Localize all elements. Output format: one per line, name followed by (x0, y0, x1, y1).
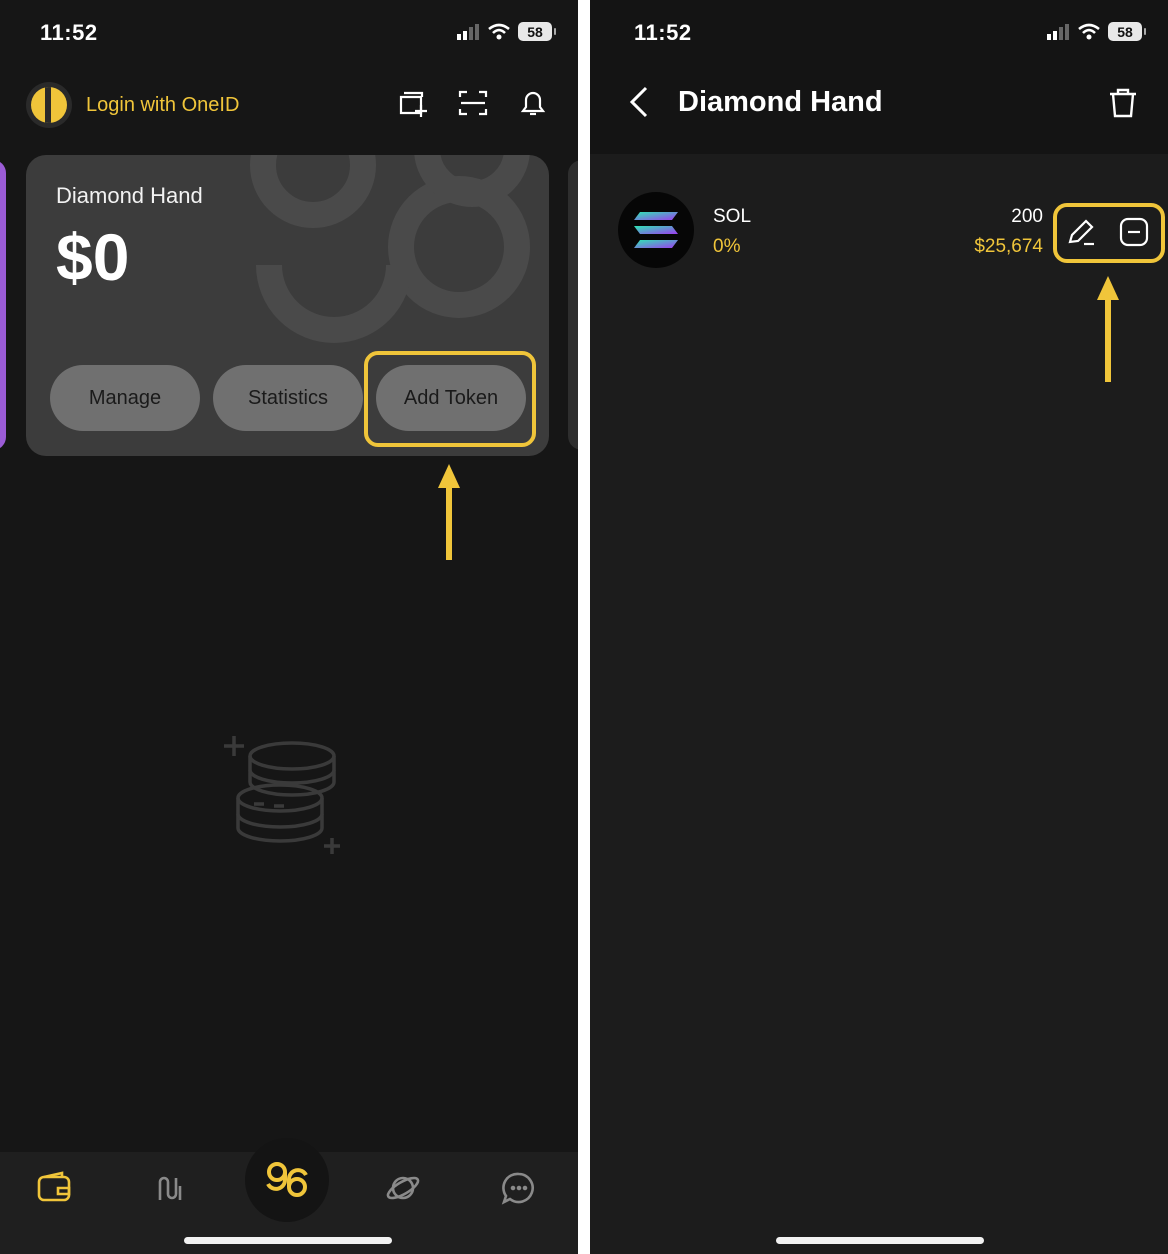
token-change: 0% (713, 236, 741, 257)
login-label: Login with OneID (86, 93, 240, 116)
tab-home[interactable] (245, 1138, 329, 1222)
navigation-bar: 11:52 58 Diamond Hand (590, 0, 1168, 154)
wallet-balance: $0 (56, 220, 130, 294)
wallet-name: Diamond Hand (56, 183, 203, 208)
tab-explore[interactable] (385, 1170, 421, 1206)
status-icons: 58 (1046, 22, 1146, 41)
page-title: Diamond Hand (678, 86, 883, 118)
wallet-detail-screen: 11:52 58 Diamond Hand SOL 0% 200 $25,674 (590, 0, 1168, 1254)
wallet-screen: 11:52 58 Login with OneID Diamond Hand $… (0, 0, 578, 1254)
home-indicator (776, 1237, 984, 1244)
token-amount: 200 (1011, 206, 1043, 227)
wifi-icon (488, 23, 510, 39)
token-actions-highlight (1053, 203, 1165, 263)
next-wallet-card[interactable] (568, 160, 578, 450)
statistics-button[interactable]: Statistics (213, 365, 363, 431)
tab-swap[interactable] (152, 1170, 188, 1206)
status-icons: 58 (456, 22, 556, 41)
status-time: 11:52 (634, 20, 692, 45)
arrow-up-icon (438, 464, 460, 560)
previous-wallet-card[interactable] (0, 160, 6, 450)
back-chevron-icon[interactable] (622, 84, 658, 120)
home-indicator (184, 1237, 392, 1244)
swap-route-icon (158, 1176, 182, 1200)
arrow-up-icon (1097, 276, 1119, 382)
tab-chat[interactable] (501, 1170, 537, 1206)
wallet-icon (37, 1171, 71, 1202)
trash-icon[interactable] (1106, 86, 1140, 120)
notification-bell-icon[interactable] (516, 86, 550, 120)
empty-tokens-coins-icon (224, 736, 340, 854)
oneid-logo-icon (26, 82, 72, 128)
token-symbol: SOL (713, 206, 752, 227)
sol-token-logo-icon (618, 192, 694, 268)
cellular-signal-icon (457, 23, 479, 40)
login-oneid-button[interactable]: Login with OneID (26, 82, 239, 128)
chat-bubble-icon (501, 1172, 534, 1205)
add-wallet-icon[interactable] (396, 86, 430, 120)
status-time: 11:52 (40, 20, 98, 45)
add-token-highlight (364, 351, 536, 447)
token-value: $25,674 (974, 236, 1043, 257)
battery-indicator: 58 (518, 22, 556, 41)
cellular-signal-icon (1047, 23, 1069, 40)
planet-icon (386, 1176, 420, 1200)
manage-button[interactable]: Manage (50, 365, 200, 431)
scan-icon[interactable] (456, 86, 490, 120)
tab-wallet[interactable] (36, 1170, 72, 1206)
wifi-icon (1078, 23, 1100, 39)
brand-logo-icon (266, 1162, 308, 1197)
battery-indicator: 58 (1108, 22, 1146, 41)
bottom-tab-bar (0, 1138, 578, 1254)
header-actions (396, 86, 550, 120)
